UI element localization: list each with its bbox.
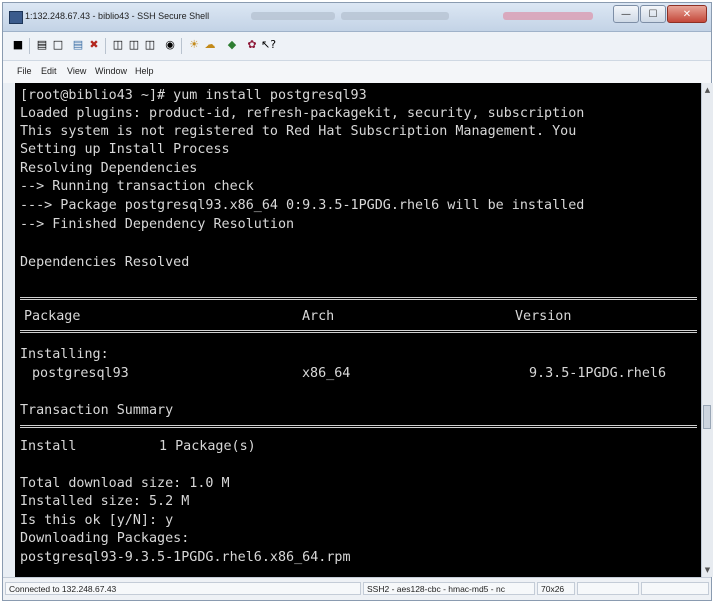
quick-connect-icon[interactable]: ▤	[71, 38, 85, 52]
terminal-line: Resolving Dependencies	[20, 161, 198, 176]
blurred-title-segment	[341, 12, 449, 20]
save-icon[interactable]: ■	[11, 38, 25, 52]
menu-view[interactable]: View	[67, 66, 86, 76]
paste-icon[interactable]: ◫	[127, 38, 141, 52]
terminal-line: This system is not registered to Red Hat…	[20, 124, 577, 139]
toolbar-divider	[29, 38, 30, 54]
profiles-icon[interactable]: ✖	[87, 38, 101, 52]
menu-bar: File Edit View Window Help	[3, 61, 711, 84]
window-title: 1:132.248.67.43 - biblio43 - SSH Secure …	[25, 11, 210, 21]
close-button[interactable]: ✕	[667, 5, 707, 23]
window-border	[3, 83, 15, 577]
table-header-package: Package	[24, 309, 81, 324]
app-icon	[9, 11, 23, 24]
terminal-line: Dependencies Resolved	[20, 255, 190, 270]
blurred-title-segment	[503, 12, 593, 20]
maximize-button[interactable]: ☐	[640, 5, 666, 23]
terminal-line: --> Running transaction check	[20, 179, 254, 194]
terminal-line: Installing:	[20, 347, 109, 362]
print-icon[interactable]: ▤	[35, 38, 49, 52]
print-preview-icon[interactable]: □	[51, 38, 65, 52]
close-icon: ✕	[682, 8, 692, 20]
terminal-output[interactable]: [root@biblio43 ~]# yum install postgresq…	[15, 83, 701, 577]
menu-edit[interactable]: Edit	[41, 66, 57, 76]
clipboard-icon[interactable]: ◫	[143, 38, 157, 52]
table-rule	[20, 425, 697, 428]
status-bar: Connected to 132.248.67.43 SSH2 - aes128…	[3, 577, 711, 600]
menu-window[interactable]: Window	[95, 66, 127, 76]
terminal-line: [root@biblio43 ~]# yum install postgresq…	[20, 88, 367, 103]
toolbar: ■ ▤ □ ▤ ✖ ◫ ◫ ◫ ◉ ☀ ☁ ◆ ✿ ↖?	[3, 32, 711, 61]
toolbar-divider	[105, 38, 106, 54]
scroll-up-arrow-icon[interactable]: ▲	[703, 85, 712, 95]
terminal-line: Downloading Packages:	[20, 531, 190, 546]
find-icon[interactable]: ◉	[163, 38, 177, 52]
table-header-arch: Arch	[302, 309, 335, 324]
menu-file[interactable]: File	[17, 66, 32, 76]
settings-icon[interactable]: ☀	[187, 38, 201, 52]
scroll-thumb[interactable]	[703, 405, 711, 429]
maximize-icon: ☐	[648, 8, 658, 20]
tool-icon[interactable]: ✿	[245, 38, 259, 52]
terminal-line: Loaded plugins: product-id, refresh-pack…	[20, 106, 585, 121]
table-header-version: Version	[515, 309, 572, 324]
terminal-line: ---> Package postgresql93.x86_64 0:9.3.5…	[20, 198, 585, 213]
title-bar[interactable]: 1:132.248.67.43 - biblio43 - SSH Secure …	[3, 3, 711, 32]
blurred-title-segment	[251, 12, 335, 20]
terminal-size: 70x26	[537, 582, 575, 595]
connection-status: Connected to 132.248.67.43	[5, 582, 361, 595]
minimize-icon: —	[621, 8, 631, 20]
copy-icon[interactable]: ◫	[111, 38, 125, 52]
table-rule	[20, 297, 697, 300]
terminal-line: Is this ok [y/N]: y	[20, 513, 174, 528]
new-terminal-icon[interactable]: ◆	[225, 38, 239, 52]
cipher-status: SSH2 - aes128-cbc - hmac-md5 - nc	[363, 582, 535, 595]
table-cell-version: 9.3.5-1PGDG.rhel6	[529, 366, 667, 381]
terminal-line: Installed size: 5.2 M	[20, 494, 190, 509]
terminal-line: Total download size: 1.0 M	[20, 476, 230, 491]
terminal-line: postgresql93-9.3.5-1PGDG.rhel6.x86_64.rp…	[20, 550, 351, 565]
ssh-window: 1:132.248.67.43 - biblio43 - SSH Secure …	[2, 2, 713, 601]
status-cell-empty	[577, 582, 639, 595]
terminal-line: Install	[20, 439, 77, 454]
toolbar-divider	[181, 38, 182, 54]
menu-help[interactable]: Help	[135, 66, 154, 76]
terminal-line: --> Finished Dependency Resolution	[20, 217, 295, 232]
sftp-icon[interactable]: ☁	[203, 38, 217, 52]
terminal-scrollbar[interactable]: ▲ ▼	[701, 83, 713, 577]
terminal-line: Transaction Summary	[20, 403, 174, 418]
table-cell-arch: x86_64	[302, 366, 351, 381]
table-rule	[20, 330, 697, 333]
help-icon[interactable]: ↖?	[261, 38, 276, 52]
terminal-line: Setting up Install Process	[20, 142, 230, 157]
table-cell-package: postgresql93	[32, 366, 129, 381]
scroll-down-arrow-icon[interactable]: ▼	[703, 565, 712, 575]
window-controls: — ☐ ✕	[612, 5, 707, 25]
status-cell-empty	[641, 582, 709, 595]
terminal-line: 1 Package(s)	[159, 439, 256, 454]
minimize-button[interactable]: —	[613, 5, 639, 23]
